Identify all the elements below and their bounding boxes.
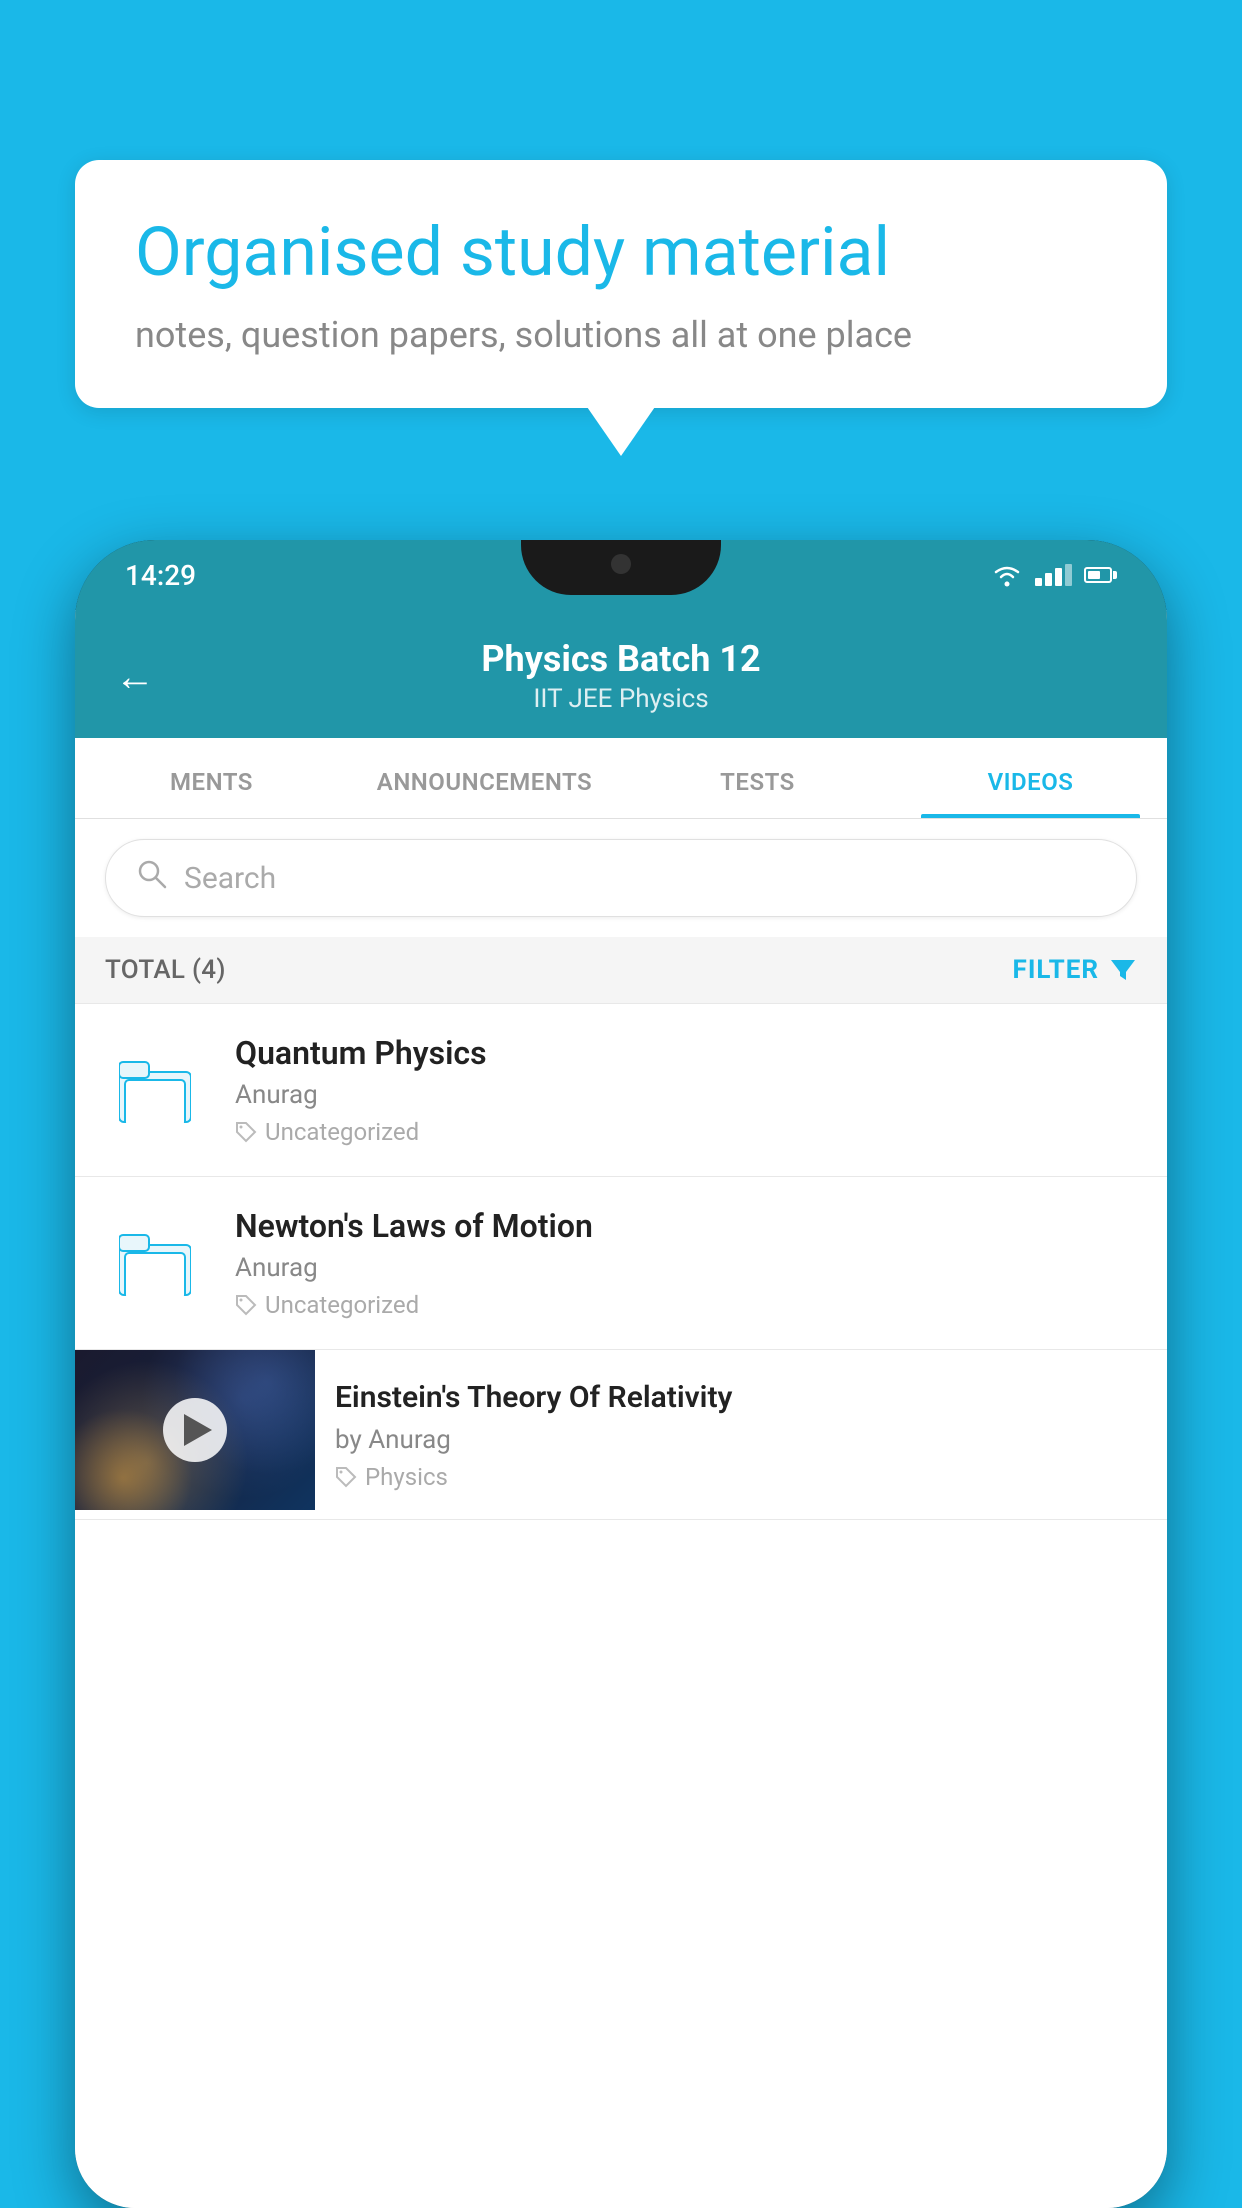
status-bar: 14:29 [75,540,1167,610]
video-info: Einstein's Theory Of Relativity by Anura… [315,1350,1167,1519]
camera [611,554,631,574]
play-icon [184,1414,212,1446]
tag-icon [235,1294,257,1316]
filter-button[interactable]: FILTER [1013,955,1137,985]
video-title: Quantum Physics [235,1034,1137,1072]
tab-ments[interactable]: MENTS [75,738,348,818]
video-tag: Uncategorized [235,1118,1137,1146]
tab-announcements[interactable]: ANNOUNCEMENTS [348,738,621,818]
bubble-subtitle: notes, question papers, solutions all at… [135,314,1107,356]
search-bar[interactable]: Search [105,839,1137,917]
header-title: Physics Batch 12 [185,638,1057,680]
tag-icon [235,1121,257,1143]
tag-label: Uncategorized [265,1118,419,1146]
header-text: Physics Batch 12 IIT JEE Physics [185,638,1057,714]
speech-bubble: Organised study material notes, question… [75,160,1167,408]
tab-videos[interactable]: VIDEOS [894,738,1167,818]
search-icon [136,858,168,898]
video-author: by Anurag [335,1425,1147,1455]
phone-screen: ← Physics Batch 12 IIT JEE Physics MENTS… [75,610,1167,2208]
filter-icon [1109,956,1137,984]
video-title: Newton's Laws of Motion [235,1207,1137,1245]
tag-icon [335,1466,357,1488]
folder-icon [119,1231,191,1296]
status-icons [991,563,1117,587]
list-item[interactable]: Einstein's Theory Of Relativity by Anura… [75,1350,1167,1520]
video-title: Einstein's Theory Of Relativity [335,1378,1147,1417]
video-thumbnail[interactable] [75,1350,315,1510]
video-list: Quantum Physics Anurag Uncategorized [75,1004,1167,2208]
header-subtitle: IIT JEE Physics [185,684,1057,714]
filter-label: FILTER [1013,955,1099,985]
bubble-title: Organised study material [135,212,1107,294]
signal-icon [1035,564,1072,586]
search-container: Search [75,819,1167,937]
tag-label: Physics [365,1463,448,1491]
status-time: 14:29 [125,559,196,592]
tag-label: Uncategorized [265,1291,419,1319]
tab-tests[interactable]: TESTS [621,738,894,818]
video-tag: Uncategorized [235,1291,1137,1319]
filter-bar: TOTAL (4) FILTER [75,937,1167,1004]
folder-icon [119,1058,191,1123]
video-author: Anurag [235,1253,1137,1283]
video-info: Quantum Physics Anurag Uncategorized [235,1034,1137,1146]
list-item[interactable]: Newton's Laws of Motion Anurag Uncategor… [75,1177,1167,1350]
play-button[interactable] [163,1398,227,1462]
video-author: Anurag [235,1080,1137,1110]
phone-frame: 14:29 [75,540,1167,2208]
folder-icon-area [105,1058,205,1123]
list-item[interactable]: Quantum Physics Anurag Uncategorized [75,1004,1167,1177]
video-info: Newton's Laws of Motion Anurag Uncategor… [235,1207,1137,1319]
back-button[interactable]: ← [115,653,155,700]
folder-icon-area [105,1231,205,1296]
total-count: TOTAL (4) [105,955,226,985]
tabs-bar: MENTS ANNOUNCEMENTS TESTS VIDEOS [75,738,1167,819]
wifi-icon [991,563,1023,587]
video-tag: Physics [335,1463,1147,1491]
battery-icon [1084,567,1117,583]
app-header: ← Physics Batch 12 IIT JEE Physics [75,610,1167,738]
search-input[interactable]: Search [184,861,276,896]
